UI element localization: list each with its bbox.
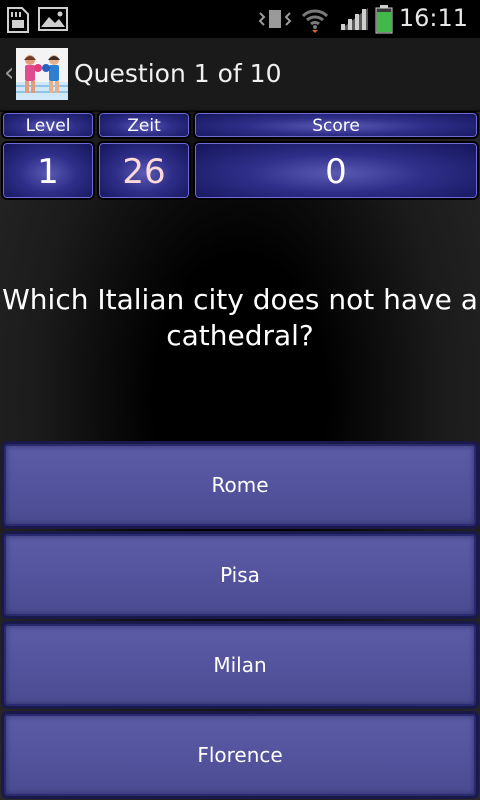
action-bar: ‹ Question 1 of 10: [0, 38, 480, 112]
answer-label: Florence: [4, 714, 476, 796]
answer-label: Milan: [4, 624, 476, 706]
signal-icon: [340, 8, 368, 30]
answer-button-1[interactable]: Rome: [1, 441, 479, 529]
sd-card-icon: [7, 7, 29, 33]
vibrate-icon: [258, 10, 292, 28]
status-time: 16:11: [398, 4, 468, 32]
image-icon: [38, 7, 68, 31]
zeit-label: Zeit: [97, 111, 191, 139]
wifi-icon: [301, 9, 329, 33]
chevron-left-icon[interactable]: ‹: [4, 58, 14, 88]
score-label: Score: [193, 111, 479, 139]
boxing-app-icon[interactable]: [16, 48, 68, 100]
status-bar: 16:11: [0, 0, 480, 38]
battery-icon: [375, 5, 393, 34]
answer-button-4[interactable]: Florence: [1, 711, 479, 799]
answer-button-3[interactable]: Milan: [1, 621, 479, 709]
answer-label: Rome: [4, 444, 476, 526]
answer-label: Pisa: [4, 534, 476, 616]
zeit-value: 26: [97, 141, 191, 200]
level-label: Level: [1, 111, 95, 139]
page-title: Question 1 of 10: [74, 59, 282, 88]
question-text: Which Italian city does not have a cathe…: [2, 283, 478, 352]
answer-button-2[interactable]: Pisa: [1, 531, 479, 619]
quiz-screen: 16:11 ‹ Question 1 of 10 Level Zeit Scor…: [0, 0, 480, 800]
level-value: 1: [1, 141, 95, 200]
score-value: 0: [193, 141, 479, 200]
